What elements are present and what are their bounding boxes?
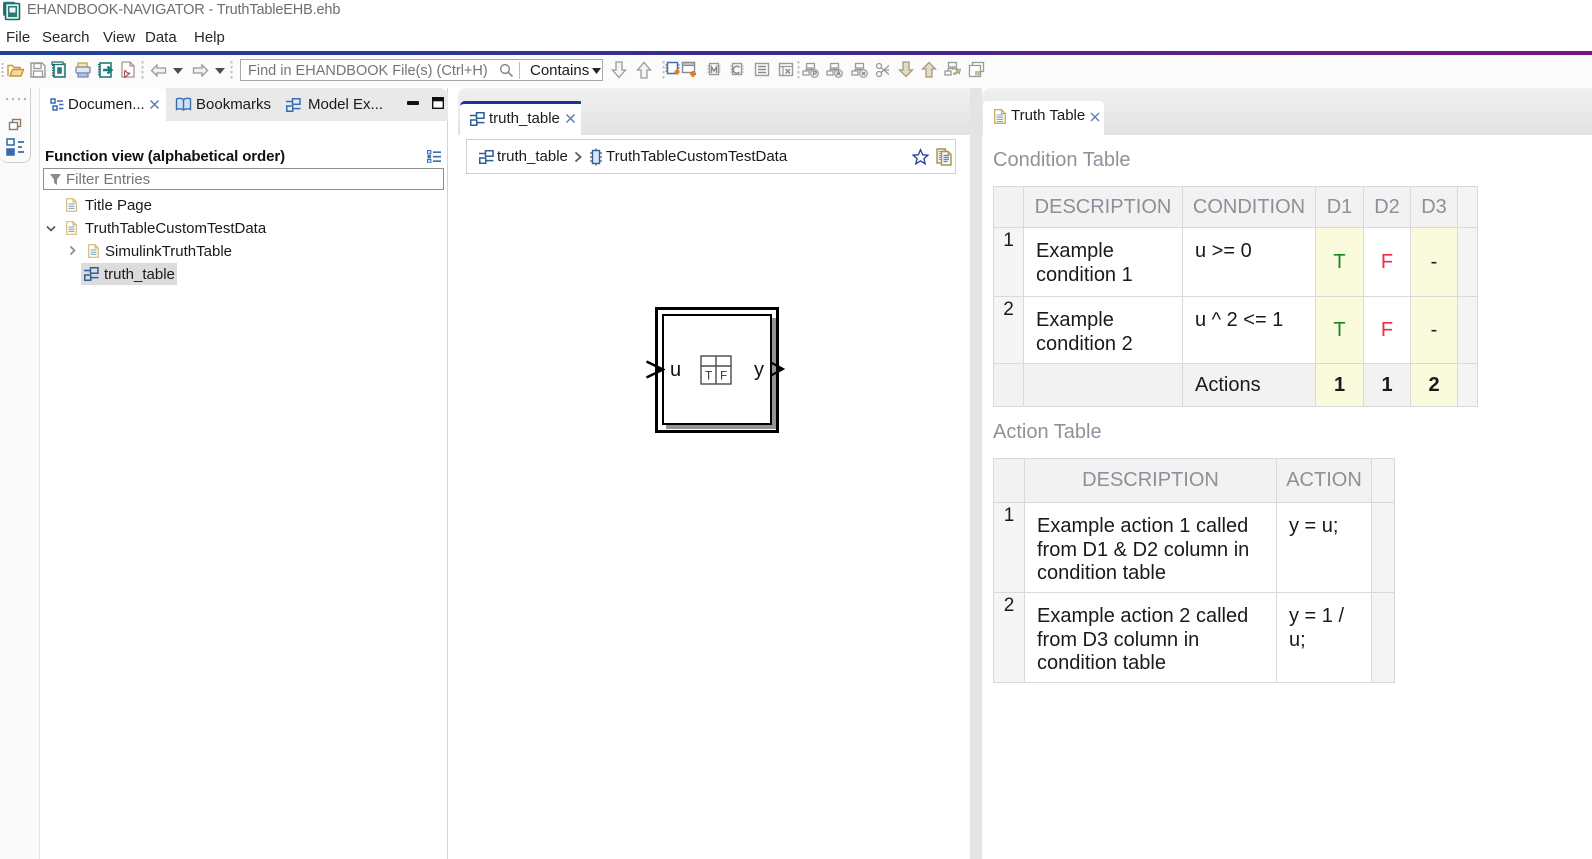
svg-text:T: T — [705, 370, 712, 382]
svg-text:F: F — [720, 370, 727, 382]
